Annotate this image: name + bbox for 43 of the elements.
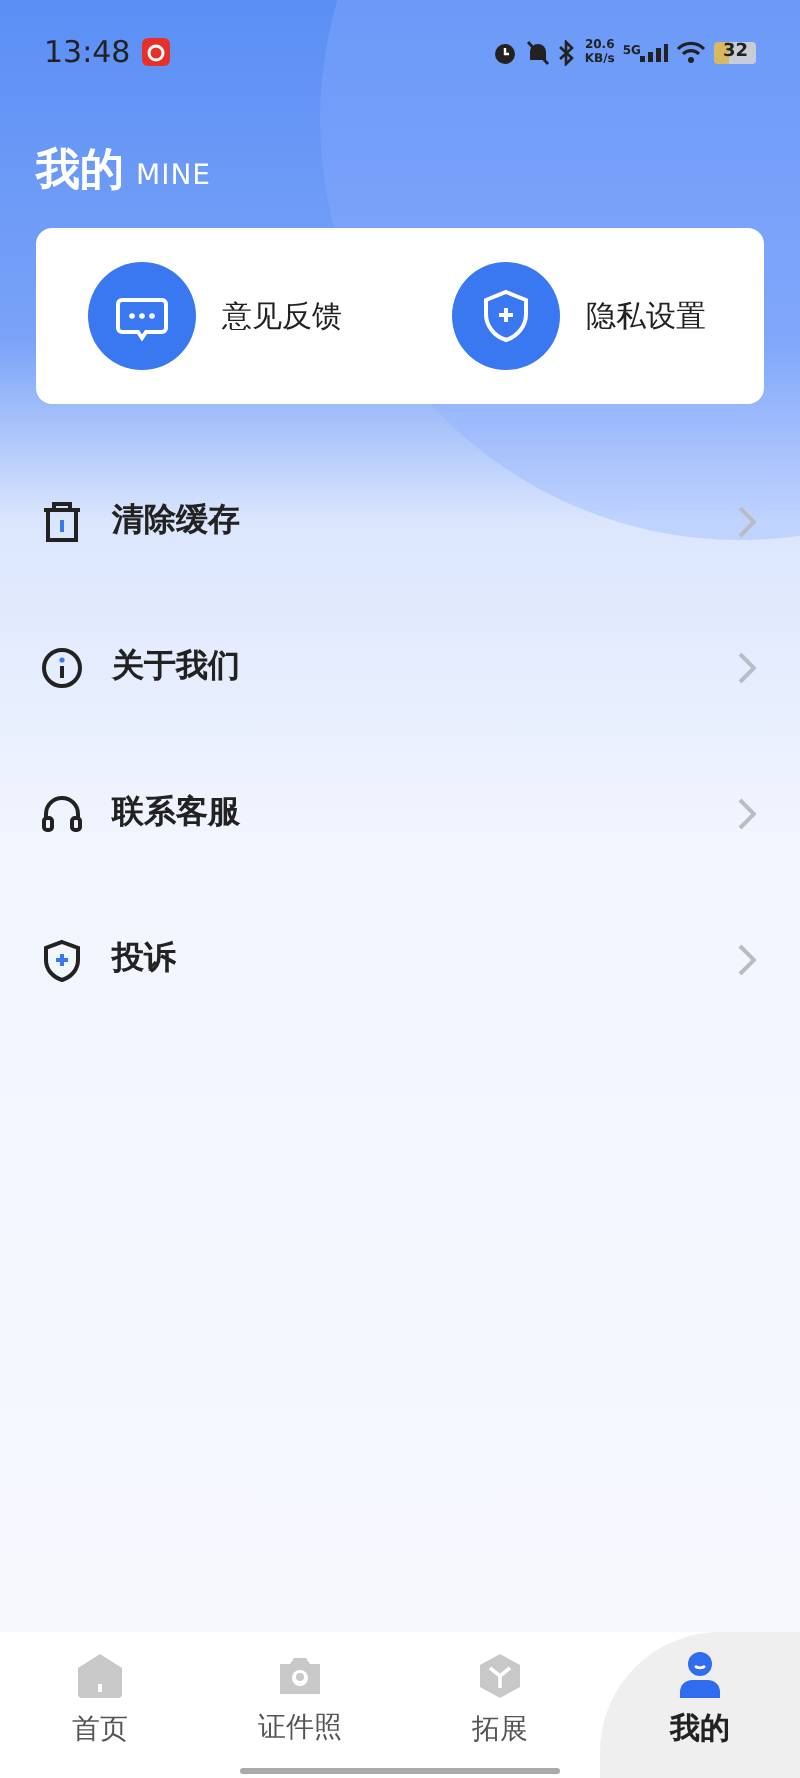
chat-bubble-icon (88, 262, 196, 370)
person-icon (678, 1650, 722, 1698)
home-icon (76, 1651, 124, 1699)
wifi-icon (676, 40, 707, 64)
tab[interactable]: 证件照 (200, 1632, 400, 1778)
menu-item[interactable]: 投诉 (0, 886, 800, 1032)
tab[interactable]: 首页 (0, 1632, 200, 1778)
quick-action-label: 意见反馈 (222, 297, 342, 335)
signal-icon (640, 43, 669, 61)
quick-action[interactable]: 隐私设置 (400, 262, 764, 370)
shield-icon (40, 937, 84, 981)
page-title: 我的 (36, 144, 124, 200)
app-notification-icon (142, 38, 171, 66)
cube-icon (476, 1651, 524, 1699)
chevron-right-icon (738, 651, 756, 683)
chevron-right-icon (738, 505, 756, 537)
bluetooth-icon (558, 39, 577, 65)
menu-item-label: 清除缓存 (112, 500, 242, 542)
menu-item-label: 关于我们 (112, 646, 242, 688)
info-icon (40, 645, 84, 689)
tab-label: 首页 (72, 1711, 128, 1747)
shield-icon (452, 262, 560, 370)
menu-item[interactable]: 清除缓存 (0, 448, 800, 594)
menu-item[interactable]: 联系客服 (0, 740, 800, 886)
tab-label: 我的 (670, 1710, 730, 1748)
tab[interactable]: 我的 (600, 1632, 800, 1778)
menu-item[interactable]: 关于我们 (0, 594, 800, 740)
tab-label: 证件照 (258, 1709, 342, 1745)
chevron-right-icon (738, 943, 756, 975)
menu-item-label: 联系客服 (112, 792, 242, 834)
chevron-right-icon (738, 797, 756, 829)
camera-icon (276, 1653, 324, 1697)
page-subtitle: MINE (136, 160, 212, 192)
tab[interactable]: 拓展 (400, 1632, 600, 1778)
quick-action-label: 隐私设置 (586, 297, 706, 335)
status-time: 13:48 (44, 34, 131, 70)
alarm-icon (492, 39, 519, 65)
menu-item-label: 投诉 (112, 938, 178, 980)
headset-icon (40, 791, 84, 835)
mute-icon (526, 39, 551, 65)
tab-label: 拓展 (472, 1711, 528, 1747)
quick-action[interactable]: 意见反馈 (36, 262, 400, 370)
trash-icon (40, 499, 84, 543)
